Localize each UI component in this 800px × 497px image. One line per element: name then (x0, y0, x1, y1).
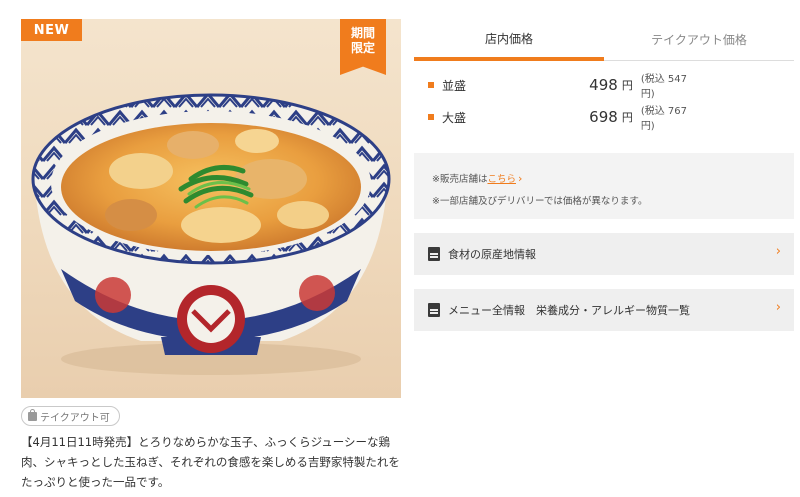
limited-badge-line2: 限定 (350, 41, 375, 55)
store-list-link[interactable]: こちら (487, 171, 516, 185)
chevron-right-icon: › (517, 171, 523, 185)
takeout-available-tag: テイクアウト可 (21, 406, 120, 426)
document-icon (428, 247, 440, 261)
new-badge-label: NEW (33, 22, 70, 38)
oyakodon-bowl-illustration (31, 93, 391, 375)
price-row-large: 大盛 698 円 (税込 767 円) (414, 104, 704, 132)
price-unit: 円 (621, 111, 633, 124)
chevron-right-icon: › (775, 300, 781, 315)
chevron-right-icon: › (775, 244, 781, 259)
bullet-square-icon (428, 114, 434, 120)
new-badge: NEW (21, 19, 82, 41)
accordion-label: 食材の原産地情報 (448, 248, 536, 261)
size-label: 並盛 (442, 78, 467, 93)
store-link-line: ※販売店舗は こちら › (432, 167, 794, 189)
size-label: 大盛 (442, 110, 467, 125)
store-link-prefix: ※販売店舗は (432, 174, 488, 185)
menu-nutrition-allergen-accordion[interactable]: メニュー全情報 栄養成分・アレルギー物質一覧 › (414, 289, 794, 331)
ingredient-origin-accordion[interactable]: 食材の原産地情報 › (414, 233, 794, 275)
takeout-bag-icon (28, 408, 37, 421)
bullet-square-icon (428, 82, 434, 88)
price-difference-note: ※一部店舗及びデリバリーでは価格が異なります。 (432, 196, 648, 207)
price-value: 698 (589, 108, 618, 126)
price-value: 498 (589, 76, 618, 94)
price-with-tax: (税込 767 円) (640, 106, 687, 132)
takeout-tag-label: テイクアウト可 (40, 412, 110, 424)
price-row-regular: 並盛 498 円 (税込 547 円) (414, 72, 704, 100)
product-image (21, 19, 401, 398)
tab-takeout-price[interactable]: テイクアウト価格 (604, 19, 794, 61)
price-tabs: 店内価格 テイクアウト価格 (414, 19, 794, 61)
accordion-label: メニュー全情報 栄養成分・アレルギー物質一覧 (448, 304, 690, 317)
price-with-tax: (税込 547 円) (640, 74, 687, 100)
price-unit: 円 (621, 79, 633, 92)
product-description: 【4月11日11時発売】とろりなめらかな玉子、ふっくらジューシーな鶏肉、シャキっ… (21, 435, 400, 489)
limited-time-badge: 期間 限定 (340, 19, 386, 75)
store-notice-box: ※販売店舗は こちら › ※一部店舗及びデリバリーでは価格が異なります。 (414, 153, 794, 219)
tab-dine-in-price[interactable]: 店内価格 (414, 19, 604, 61)
limited-badge-line1: 期間 (350, 26, 375, 40)
document-icon (428, 303, 440, 317)
